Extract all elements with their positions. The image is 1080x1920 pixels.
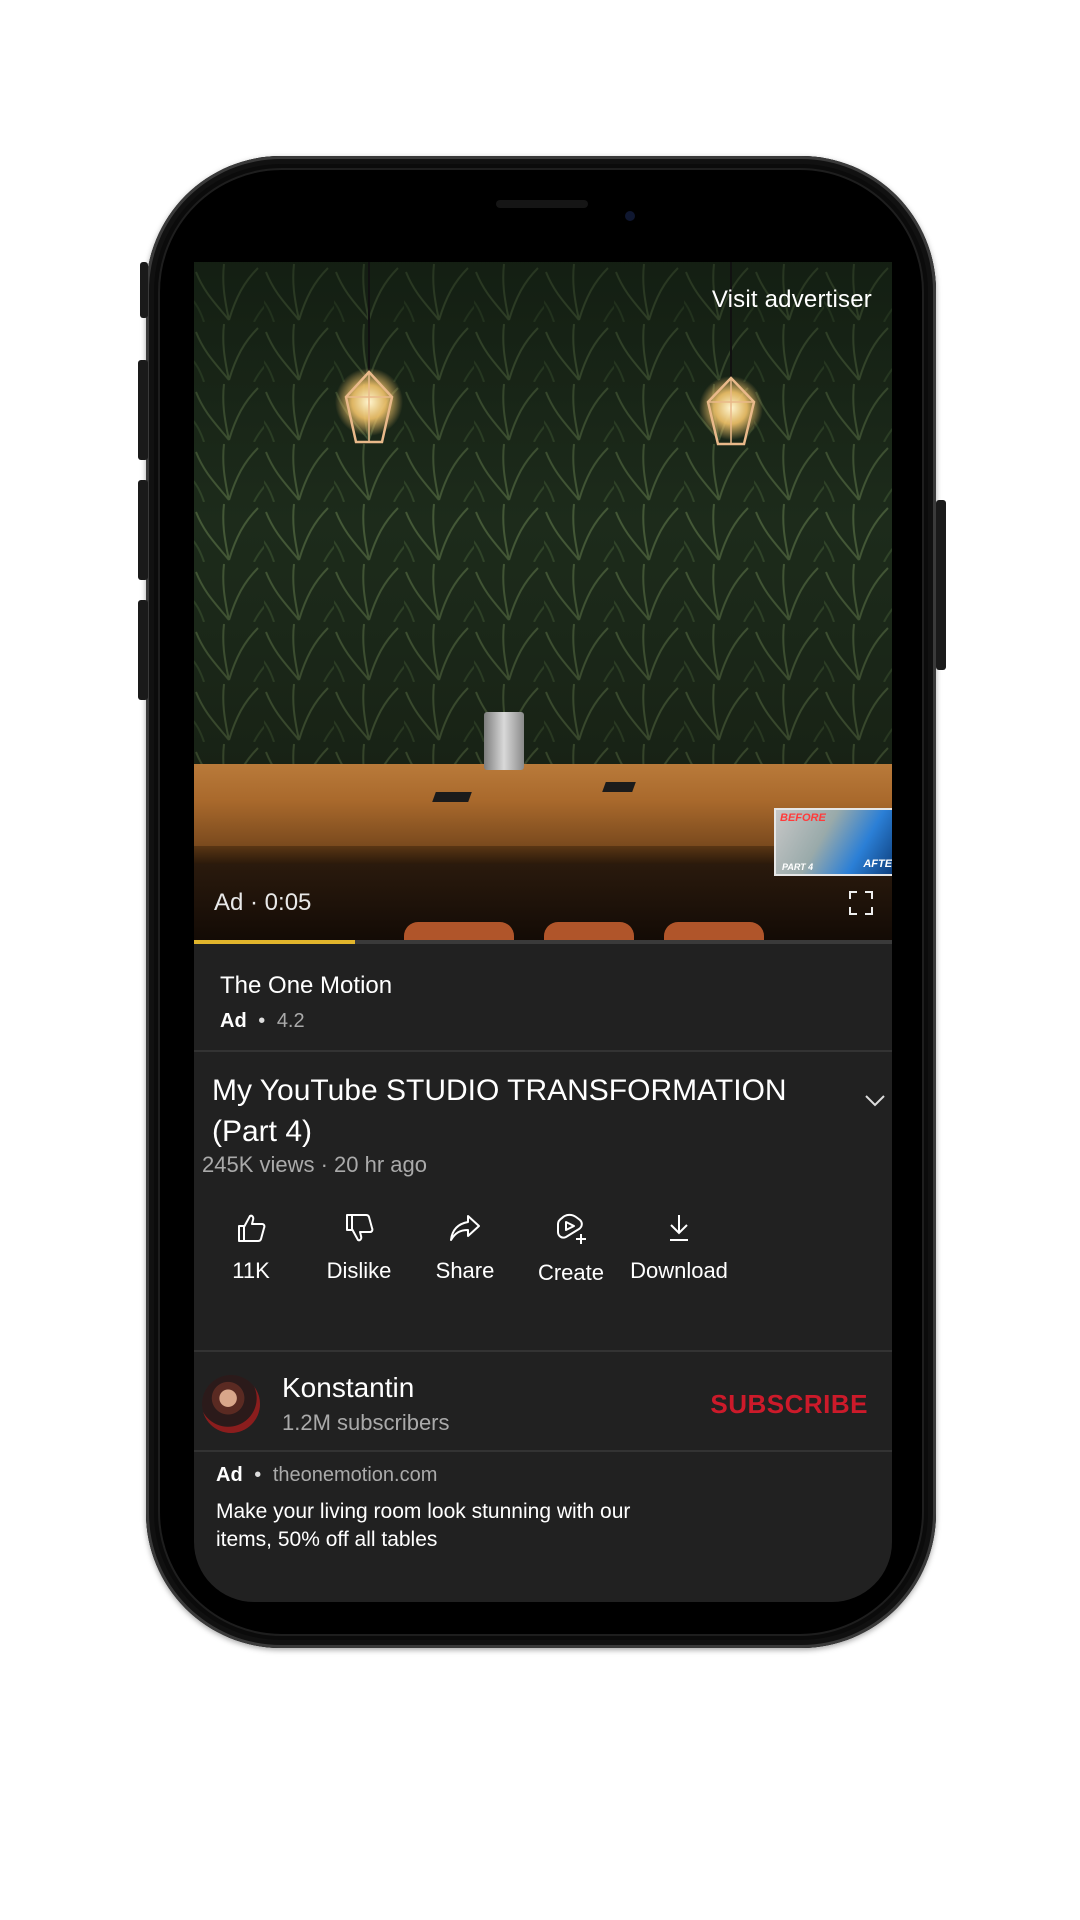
thumbs-up-icon — [238, 1214, 266, 1242]
action-bar: 11K Dislike Share Create Download — [194, 1212, 892, 1312]
front-camera — [625, 211, 635, 221]
table-card-right — [602, 782, 636, 792]
subscriber-count: 1.2M subscribers — [282, 1410, 450, 1435]
avatar[interactable] — [202, 1375, 260, 1433]
next-video-thumbnail[interactable]: BEFORE AFTER PART 4 — [774, 808, 892, 876]
thumbnail-before-text: BEFORE — [780, 812, 826, 824]
ad-timer: Ad · 0:05 — [214, 889, 312, 916]
tin-can — [484, 712, 524, 770]
channel-name[interactable]: Konstantin — [282, 1372, 414, 1404]
table-card-left — [432, 792, 472, 802]
video-title[interactable]: My YouTube STUDIO TRANSFORMATION (Part 4… — [212, 1070, 812, 1152]
separator-dot: • — [254, 1464, 262, 1486]
share-icon — [450, 1215, 480, 1241]
fullscreen-icon[interactable] — [848, 890, 874, 916]
visit-advertiser-link[interactable]: Visit advertiser — [712, 286, 872, 314]
palm-wallpaper — [194, 262, 892, 782]
screen: Visit advertiser BEFORE AFTER PART 4 Ad … — [194, 204, 892, 1602]
promo-domain[interactable]: theonemotion.com — [273, 1464, 438, 1486]
create-icon — [557, 1213, 586, 1244]
download-button[interactable]: Download — [614, 1212, 744, 1312]
video-player[interactable]: Visit advertiser BEFORE AFTER PART 4 Ad … — [194, 262, 892, 944]
pendant-lamp-left — [335, 262, 403, 444]
promo-ad-line: Ad • theonemotion.com — [216, 1464, 437, 1487]
promo-text[interactable]: Make your living room look stunning with… — [216, 1498, 636, 1554]
volume-down-button — [138, 480, 148, 580]
thumbnail-part-text: PART 4 — [782, 862, 814, 872]
download-icon — [670, 1215, 688, 1241]
subscribe-button[interactable]: SUBSCRIBE — [710, 1389, 868, 1420]
volume-up-button — [138, 360, 148, 460]
advertiser-name[interactable]: The One Motion — [220, 972, 392, 1000]
ad-badge: Ad — [220, 1010, 247, 1032]
thumbs-down-icon — [346, 1214, 374, 1242]
rating-value: 4.2 — [276, 1010, 305, 1032]
video-info-panel: The One Motion Ad • 4.2 My YouTube STUDI… — [194, 944, 892, 1602]
separator-dot: • — [258, 1010, 266, 1032]
advertiser-rating: Ad • 4.2 — [220, 1010, 305, 1033]
chevron-down-icon[interactable] — [864, 1094, 886, 1108]
divider — [194, 1450, 892, 1452]
silent-switch — [140, 262, 148, 318]
volume-extra-button — [138, 600, 148, 700]
ad-badge: Ad — [216, 1464, 243, 1486]
download-label: Download — [630, 1258, 728, 1283]
thumbnail-after-text: AFTER — [863, 858, 892, 870]
video-meta: 245K views · 20 hr ago — [202, 1152, 428, 1177]
divider — [194, 1350, 892, 1352]
divider — [194, 1050, 892, 1052]
power-button — [936, 500, 946, 670]
earpiece-speaker — [496, 200, 588, 208]
